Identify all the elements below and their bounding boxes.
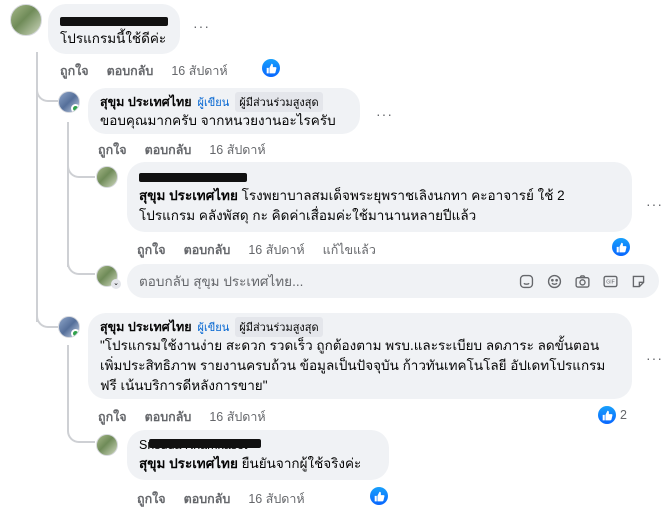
timestamp[interactable]: 16 สัปดาห์ [171,61,227,81]
avatar-sticker-icon[interactable] [629,272,647,290]
more-icon[interactable]: ··· [646,196,663,212]
like-reaction-icon[interactable] [370,487,388,505]
like-button[interactable]: ถูกใจ [60,61,89,81]
reply-button[interactable]: ตอบกลับ [145,407,192,427]
avatar[interactable] [58,91,80,113]
svg-text:GIF: GIF [606,279,615,285]
avatar[interactable] [10,4,42,36]
like-reaction-icon[interactable] [598,406,616,424]
like-reaction-icon[interactable] [262,59,280,77]
reply-button[interactable]: ตอบกลับ [107,61,154,81]
comment-text: สุขุม ประเทศไทย โรงพยาบาลสมเด็จพระยุพราช… [139,188,565,223]
mention-link[interactable]: สุขุม ประเทศไทย [139,188,238,203]
top-contributor-badge: ผู้มีส่วนร่วมสูงสุด [235,92,323,112]
thread-connector [36,300,58,328]
online-status [71,329,79,337]
timestamp[interactable]: 16 สัปดาห์ [209,407,265,427]
comment-bubble: สุขุม ประเทศไทย ผู้เขียน ผู้มีส่วนร่วมสู… [88,313,632,399]
redacted-name [149,439,261,448]
timestamp[interactable]: 16 สัปดาห์ [209,140,265,160]
author-name[interactable]: สุขุม ประเทศไทย [100,317,192,337]
comment-text: ขอบคุณมากครับ จากหนวยงานอะไรครับ [100,113,336,128]
online-status [71,104,79,112]
comment-bubble: Srisuda Khamkaset สุขุม ประเทศไทย ยืนยัน… [127,430,389,480]
edited-label: แก้ไขแล้ว [322,243,376,257]
timestamp[interactable]: 16 สัปดาห์ [248,489,304,507]
author-badge: ผู้เขียน [197,97,230,109]
sticker-icon[interactable] [517,272,535,290]
like-button[interactable]: ถูกใจ [98,140,127,160]
comment-bubble: โปรแกรมนี้ใช้ดีค่ะ [48,4,180,54]
thread-connector [67,255,95,275]
top-contributor-badge: ผู้มีส่วนร่วมสูงสุด [235,317,323,337]
avatar[interactable] [58,316,80,338]
camera-icon[interactable] [573,272,591,290]
mention-link[interactable]: สุขุม ประเทศไทย [139,456,238,471]
author-name[interactable]: สุขุม ประเทศไทย [100,92,192,112]
redacted-name [60,16,168,26]
author-badge: ผู้เขียน [197,322,230,334]
chevron-down-icon[interactable]: ⌄ [111,279,121,289]
timestamp[interactable]: 16 สัปดาห์ [248,240,304,260]
more-icon[interactable]: ··· [193,18,210,34]
like-count[interactable]: 2 [620,408,627,422]
comment-bubble: สุขุม ประเทศไทย ผู้เขียน ผู้มีส่วนร่วมสู… [88,88,360,134]
reply-button[interactable]: ตอบกลับ [184,489,231,507]
like-button[interactable]: ถูกใจ [137,240,166,260]
thread-line [67,122,69,267]
redacted-name [139,172,247,182]
avatar[interactable] [96,434,118,456]
emoji-icon[interactable] [545,272,563,290]
reply-composer: GIF [127,264,659,298]
gif-icon[interactable]: GIF [601,272,619,290]
reply-button[interactable]: ตอบกลับ [184,240,231,260]
thread-connector [36,84,58,102]
comment-text: สุขุม ประเทศไทย ยืนยันจากผู้ใช้จริงค่ะ [139,456,362,471]
more-icon[interactable]: ··· [646,350,663,366]
comment-bubble: สุขุม ประเทศไทย โรงพยาบาลสมเด็จพระยุพราช… [127,162,632,232]
like-button[interactable]: ถูกใจ [137,489,166,507]
reply-input[interactable] [139,273,507,289]
like-button[interactable]: ถูกใจ [98,407,127,427]
reply-button[interactable]: ตอบกลับ [145,140,192,160]
more-icon[interactable]: ··· [376,106,393,122]
avatar[interactable] [96,166,118,188]
like-reaction-icon[interactable] [612,238,630,256]
comment-text: โปรแกรมนี้ใช้ดีค่ะ [60,31,167,46]
thread-connector [67,160,95,178]
thread-connector [67,425,95,443]
comment-text: "โปรแกรมใช้งานง่าย สะดวก รวดเร็ว ถูกต้อง… [100,338,606,393]
thread-line [67,345,69,430]
